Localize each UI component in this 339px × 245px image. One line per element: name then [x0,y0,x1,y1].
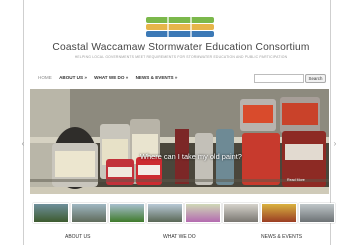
nav-item-what-we-do[interactable]: WHAT WE DO » [94,75,128,80]
thumbnail-8[interactable] [299,203,335,223]
chevron-left-icon[interactable]: ‹ [19,139,27,148]
section-what-we-do[interactable]: WHAT WE DO [163,234,196,240]
thumbnail-7[interactable] [261,203,297,223]
chevron-right-icon[interactable]: › [331,139,339,148]
thumbnail-4[interactable] [147,203,183,223]
main-nav: HOME ABOUT US » WHAT WE DO » NEWS & EVEN… [38,75,183,84]
site-tagline: HELPING LOCAL GOVERNMENTS MEET REQUIREME… [74,55,288,59]
thumbnail-5[interactable] [185,203,221,223]
featured-slider[interactable]: Where can I take my old paint? Read More [30,89,329,194]
slide-caption[interactable]: Where can I take my old paint? [140,152,242,161]
logo-wave-icon [167,16,192,38]
nav-item-home[interactable]: HOME [38,75,52,80]
thumbnail-3[interactable] [109,203,145,223]
thumbnail-1[interactable] [33,203,69,223]
search-input[interactable] [254,74,304,83]
section-about-us[interactable]: ABOUT US [65,234,90,240]
site-logo[interactable] [146,14,214,39]
search-button[interactable]: Search [305,74,326,83]
read-more-link[interactable]: Read More [287,178,305,182]
thumbnail-2[interactable] [71,203,107,223]
section-news-events[interactable]: NEWS & EVENTS [261,234,302,240]
nav-item-about-us[interactable]: ABOUT US » [59,75,87,80]
site-title[interactable]: Coastal Waccamaw Stormwater Education Co… [23,42,339,53]
paint-cans-photo [30,89,329,194]
thumbnail-6[interactable] [223,203,259,223]
nav-item-news-events[interactable]: NEWS & EVENTS » [136,75,178,80]
